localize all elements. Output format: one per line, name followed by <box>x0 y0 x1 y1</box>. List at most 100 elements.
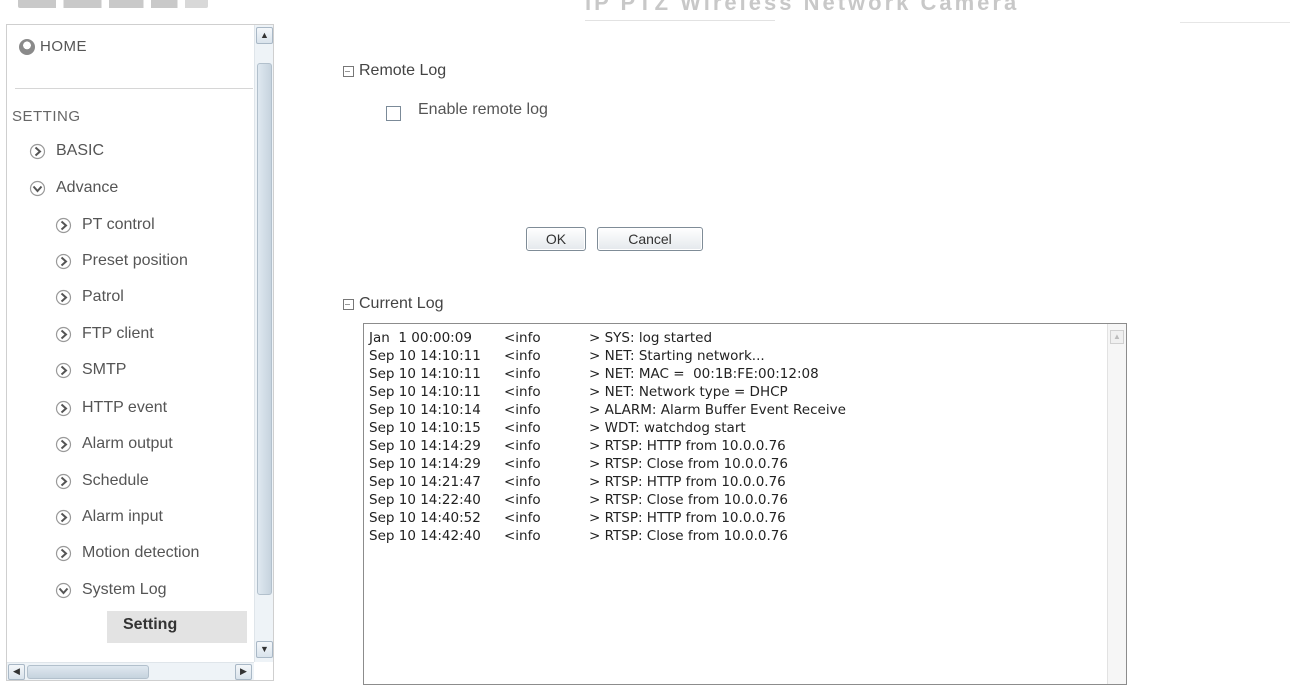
cancel-button[interactable]: Cancel <box>597 227 703 251</box>
sidebar-item-advance[interactable]: Advance <box>29 179 118 197</box>
horizontal-scrollbar-thumb[interactable] <box>27 665 149 679</box>
sidebar-item-label: Preset position <box>82 252 188 269</box>
sidebar-item-label: Alarm output <box>82 435 173 452</box>
sidebar-vertical-scrollbar[interactable]: ▲ ▼ <box>254 25 273 662</box>
sidebar-item-pt-control[interactable]: PT control <box>55 216 155 234</box>
log-entry-level: <info <box>504 510 541 526</box>
sidebar-item-http-event[interactable]: HTTP event <box>55 399 167 417</box>
current-log-textarea[interactable]: Jan 1 00:00:09 <info > SYS: log started Sep… <box>363 323 1127 685</box>
brand-logo <box>18 0 208 8</box>
log-entry-level: <info <box>504 348 541 364</box>
log-entry-time: Sep 10 14:10:11 <box>369 384 481 400</box>
sidebar-item-ftp-client[interactable]: FTP client <box>55 325 154 343</box>
remote-log-heading: Remote Log <box>343 62 446 80</box>
enable-remote-log-label[interactable]: Enable remote log <box>418 101 548 119</box>
log-entry: Sep 10 14:21:47 <info > RTSP: HTTP from 10… <box>369 473 846 491</box>
sidebar-item-preset-position[interactable]: Preset position <box>55 252 188 270</box>
sidebar-item-label: SMTP <box>82 361 127 378</box>
sidebar-item-label: BASIC <box>56 142 105 159</box>
log-entry: Sep 10 14:14:29 <info > RTSP: Close from 1… <box>369 455 846 473</box>
scroll-down-arrow-icon[interactable]: ▼ <box>256 641 273 658</box>
log-entry-message: > RTSP: Close from 10.0.0.76 <box>589 492 788 508</box>
log-entry-message: > SYS: log started <box>589 330 713 346</box>
arrow-right-icon <box>55 326 72 343</box>
log-entry: Sep 10 14:10:11 <info > NET: MAC = 00:1B:F… <box>369 365 846 383</box>
log-entry-time: Sep 10 14:10:11 <box>369 366 481 382</box>
log-entry: Sep 10 14:10:14 <info > ALARM: Alarm Buffe… <box>369 401 846 419</box>
home-link[interactable]: HOME <box>19 38 87 55</box>
log-entry-message: > NET: Network type = DHCP <box>589 384 788 400</box>
log-entry-time: Sep 10 14:22:40 <box>369 492 481 508</box>
enable-remote-log-checkbox[interactable] <box>386 106 401 121</box>
arrow-right-icon <box>55 253 72 270</box>
current-log-heading: Current Log <box>343 295 444 313</box>
sidebar-item-label: Schedule <box>82 472 149 489</box>
arrow-right-icon <box>55 509 72 526</box>
scroll-up-arrow-icon[interactable]: ▲ <box>1110 330 1124 344</box>
log-entry-message: > RTSP: HTTP from 10.0.0.76 <box>589 510 786 526</box>
log-entry-level: <info <box>504 384 541 400</box>
sidebar-item-basic[interactable]: BASIC <box>29 142 104 160</box>
home-icon <box>19 38 35 55</box>
sidebar-item-system-log[interactable]: System Log <box>55 581 166 599</box>
scroll-up-arrow-icon[interactable]: ▲ <box>256 27 273 44</box>
log-entry-message: > NET: Starting network... <box>589 348 765 364</box>
log-entry-level: <info <box>504 330 541 346</box>
arrow-right-icon <box>29 143 46 160</box>
log-entry-time: Jan 1 00:00:09 <box>369 330 472 346</box>
arrow-right-icon <box>55 400 72 417</box>
arrow-right-icon <box>55 436 72 453</box>
page-header-title: IP PTZ Wireless Network Camera <box>585 0 1020 15</box>
log-entry-time: Sep 10 14:10:14 <box>369 402 481 418</box>
log-entry-time: Sep 10 14:14:29 <box>369 438 481 454</box>
log-entry-message: > RTSP: HTTP from 10.0.0.76 <box>589 474 786 490</box>
log-entry-level: <info <box>504 528 541 544</box>
sidebar-item-patrol[interactable]: Patrol <box>55 288 124 306</box>
log-entry-message: > WDT: watchdog start <box>589 420 746 436</box>
sidebar-item-schedule[interactable]: Schedule <box>55 472 149 490</box>
header-divider <box>585 20 775 21</box>
log-entry: Sep 10 14:40:52 <info > RTSP: HTTP from 10… <box>369 509 846 527</box>
arrow-right-icon <box>55 545 72 562</box>
log-entry-message: > RTSP: HTTP from 10.0.0.76 <box>589 438 786 454</box>
sidebar-subitem-setting[interactable]: Setting <box>123 616 177 634</box>
log-entry-level: <info <box>504 438 541 454</box>
scroll-right-arrow-icon[interactable]: ▶ <box>235 664 252 680</box>
log-entry: Sep 10 14:10:11 <info > NET: Starting netw… <box>369 347 846 365</box>
ok-button[interactable]: OK <box>526 227 586 251</box>
sidebar-item-alarm-output[interactable]: Alarm output <box>55 435 173 453</box>
arrow-right-icon <box>55 289 72 306</box>
log-entry: Sep 10 14:10:15 <info > WDT: watchdog star… <box>369 419 846 437</box>
arrow-right-icon <box>55 217 72 234</box>
log-entry-level: <info <box>504 456 541 472</box>
sidebar-item-alarm-input[interactable]: Alarm input <box>55 508 163 526</box>
log-entry-level: <info <box>504 366 541 382</box>
sidebar-divider <box>15 88 253 89</box>
arrow-down-icon <box>29 180 46 197</box>
log-entry-level: <info <box>504 420 541 436</box>
sidebar-item-label: System Log <box>82 581 167 598</box>
log-entry: Sep 10 14:14:29 <info > RTSP: HTTP from 10… <box>369 437 846 455</box>
log-scrollbar[interactable]: ▲ <box>1107 324 1126 684</box>
top-banner: IP PTZ Wireless Network Camera <box>0 0 1292 23</box>
sidebar: HOME SETTING BASIC Advance PT control Prese… <box>6 24 274 681</box>
log-entry-level: <info <box>504 474 541 490</box>
log-entry: Sep 10 14:10:11 <info > NET: Network type … <box>369 383 846 401</box>
current-log-title: Current Log <box>359 295 444 312</box>
scroll-left-arrow-icon[interactable]: ◀ <box>8 664 25 680</box>
log-entry: Jan 1 00:00:09 <info > SYS: log started <box>369 329 846 347</box>
sidebar-horizontal-scrollbar[interactable]: ◀ ▶ <box>7 662 254 680</box>
arrow-right-icon <box>55 362 72 379</box>
scrollbar-thumb[interactable] <box>257 63 272 595</box>
log-entry-message: > RTSP: Close from 10.0.0.76 <box>589 456 788 472</box>
sidebar-item-smtp[interactable]: SMTP <box>55 361 126 379</box>
setting-heading: SETTING <box>12 108 81 125</box>
sidebar-item-motion-detection[interactable]: Motion detection <box>55 544 199 562</box>
sidebar-item-label: HTTP event <box>82 399 168 416</box>
log-entry-time: Sep 10 14:21:47 <box>369 474 481 490</box>
square-icon <box>343 298 354 310</box>
log-entry-level: <info <box>504 402 541 418</box>
log-entry: Sep 10 14:42:40 <info > RTSP: Close from 1… <box>369 527 846 545</box>
log-entry-time: Sep 10 14:10:15 <box>369 420 481 436</box>
sidebar-item-label: FTP client <box>82 325 154 342</box>
